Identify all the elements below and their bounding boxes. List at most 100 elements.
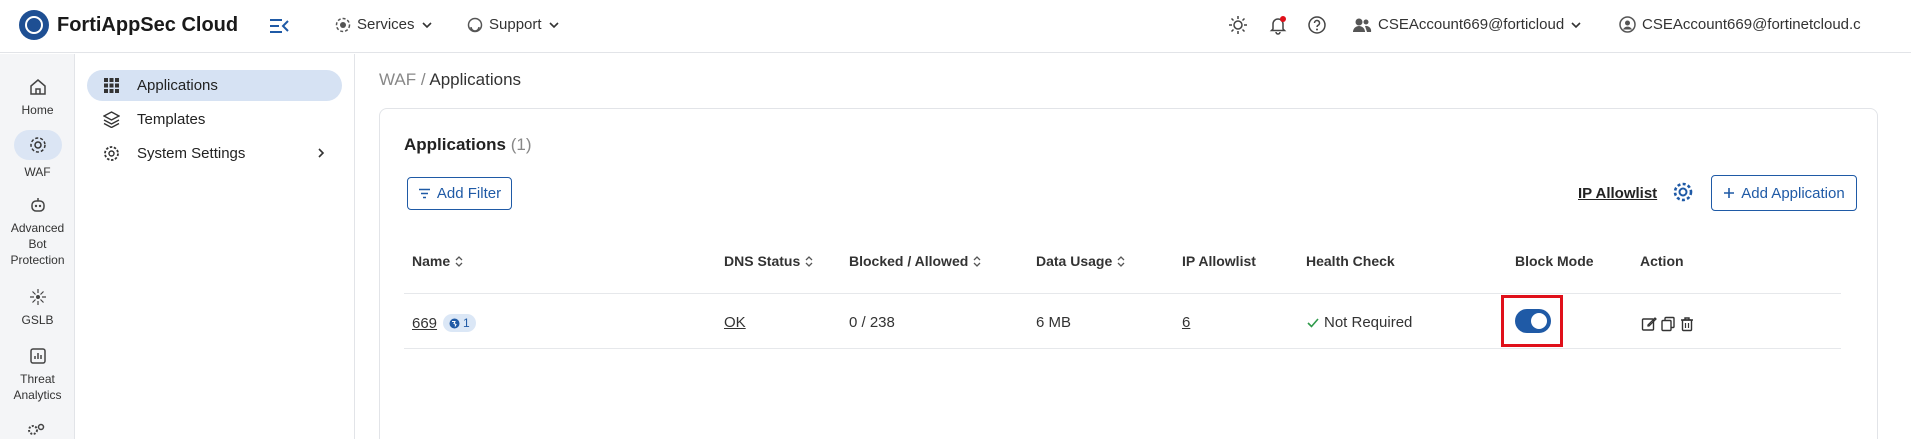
rail-item-label: WAF <box>24 165 51 179</box>
dns-status-link[interactable]: OK <box>724 314 746 331</box>
delete-icon[interactable] <box>1679 316 1695 332</box>
page-title: Applications (1) <box>404 135 532 155</box>
notification-bell-icon[interactable] <box>1268 15 1288 35</box>
column-label: Health Check <box>1306 253 1395 269</box>
column-label: Name <box>412 253 451 269</box>
services-label: Services <box>357 16 415 33</box>
cell-ip-allowlist: 6 <box>1182 314 1190 331</box>
primary-nav-rail: Home WAF Advanced Bot Protection GSLB Thre… <box>0 54 75 439</box>
chevron-down-icon <box>548 21 559 28</box>
edit-icon[interactable] <box>1641 316 1657 332</box>
cell-health-check: Not Required <box>1306 314 1412 331</box>
breadcrumb-current: Applications <box>429 70 522 89</box>
rail-item-label: Threat Analytics <box>13 372 62 402</box>
column-label: Action <box>1640 253 1684 269</box>
cell-name: 669 1 <box>412 314 476 332</box>
add-filter-button[interactable]: Add Filter <box>407 177 512 210</box>
add-application-label: Add Application <box>1741 184 1845 202</box>
sort-icon <box>973 255 981 267</box>
cell-blocked-allowed: 0 / 238 <box>849 314 895 331</box>
rail-item-home[interactable]: Home <box>0 78 75 118</box>
account-name-primary: CSEAccount669@forticloud <box>1378 16 1565 33</box>
ip-allowlist-count-link[interactable]: 6 <box>1182 314 1190 331</box>
rail-item-threat-analytics[interactable]: Threat Analytics <box>0 347 75 403</box>
sidebar-item-templates[interactable]: Templates <box>87 104 342 135</box>
column-label: DNS Status <box>724 253 801 269</box>
account-switcher[interactable]: CSEAccount669@forticloud <box>1352 16 1582 33</box>
column-header-block-mode: Block Mode <box>1515 253 1594 269</box>
app-title: FortiAppSec Cloud <box>57 14 239 36</box>
highlight-box <box>1501 295 1563 347</box>
sort-icon <box>805 255 813 267</box>
column-header-data-usage[interactable]: Data Usage <box>1036 253 1125 269</box>
account-name-secondary: CSEAccount669@fortinetcloud.c <box>1642 16 1861 33</box>
services-icon <box>335 17 351 32</box>
rail-item-label: GSLB <box>21 313 54 327</box>
sort-icon <box>455 255 463 267</box>
layers-icon <box>103 111 120 128</box>
globe-icon <box>449 318 460 328</box>
collapse-menu-icon[interactable] <box>268 16 290 36</box>
health-check-value: Not Required <box>1324 314 1413 331</box>
user-avatar-icon <box>1619 16 1636 33</box>
sidebar-item-applications[interactable]: Applications <box>87 70 342 101</box>
user-menu[interactable]: CSEAccount669@fortinetcloud.c <box>1619 16 1861 33</box>
analytics-icon <box>29 348 46 364</box>
card-title-text: Applications <box>404 135 507 154</box>
breadcrumb-separator: / <box>416 70 430 89</box>
add-application-button[interactable]: Add Application <box>1711 175 1857 211</box>
column-header-health-check: Health Check <box>1306 253 1395 269</box>
sort-icon <box>1117 255 1125 267</box>
breadcrumb-parent[interactable]: WAF <box>379 70 416 89</box>
gear-icon <box>104 146 119 161</box>
badge-count: 1 <box>463 316 470 330</box>
rail-item-waf[interactable]: WAF <box>0 130 75 180</box>
applications-card: Applications (1) Add Filter IP Allowlist… <box>379 108 1878 439</box>
column-header-action: Action <box>1640 253 1684 269</box>
add-filter-label: Add Filter <box>436 185 502 202</box>
column-header-blocked-allowed[interactable]: Blocked / Allowed <box>849 253 981 269</box>
theme-sun-icon[interactable] <box>1228 15 1248 35</box>
column-label: IP Allowlist <box>1182 253 1256 269</box>
grid-icon <box>104 78 119 93</box>
domain-count-badge: 1 <box>443 314 476 332</box>
waf-sidebar: Applications Templates System Settings <box>76 54 355 439</box>
bot-icon <box>30 198 45 212</box>
header-divider <box>404 293 1841 294</box>
chevron-down-icon <box>421 21 432 28</box>
column-label: Block Mode <box>1515 253 1594 269</box>
cell-data-usage: 6 MB <box>1036 314 1072 331</box>
settings-gears-icon[interactable] <box>26 422 46 438</box>
sidebar-item-label: System Settings <box>137 145 246 162</box>
application-count: (1) <box>510 135 532 154</box>
column-label: Data Usage <box>1036 253 1113 269</box>
check-icon <box>1307 317 1319 328</box>
column-header-dns-status[interactable]: DNS Status <box>724 253 813 269</box>
ip-allowlist-link[interactable]: IP Allowlist <box>1578 185 1657 202</box>
rail-item-bot-protection[interactable]: Advanced Bot Protection <box>0 196 75 268</box>
help-icon[interactable] <box>1307 15 1327 35</box>
services-menu[interactable]: Services <box>335 16 433 33</box>
row-divider <box>404 348 1841 349</box>
plus-icon <box>1724 188 1735 198</box>
chevron-down-icon <box>1571 21 1581 28</box>
breadcrumb: WAF / Applications <box>379 70 521 90</box>
column-header-name[interactable]: Name <box>412 253 463 269</box>
sidebar-item-label: Applications <box>137 77 218 94</box>
waf-icon <box>29 137 46 153</box>
column-label: Blocked / Allowed <box>849 253 969 269</box>
support-label: Support <box>489 16 542 33</box>
application-name-link[interactable]: 669 <box>412 315 437 332</box>
fortinet-logo-icon[interactable] <box>19 10 49 40</box>
support-menu[interactable]: Support <box>467 16 560 33</box>
sidebar-item-system-settings[interactable]: System Settings <box>87 138 342 169</box>
copy-icon[interactable] <box>1660 316 1676 332</box>
chevron-right-icon <box>318 148 325 158</box>
cell-dns-status: OK <box>724 314 746 331</box>
rail-item-gslb[interactable]: GSLB <box>0 288 75 328</box>
rail-item-label: Home <box>21 103 54 117</box>
filter-icon <box>418 188 430 199</box>
users-icon <box>1353 18 1372 32</box>
settings-gear-icon[interactable] <box>1672 181 1694 203</box>
column-header-ip-allowlist: IP Allowlist <box>1182 253 1256 269</box>
